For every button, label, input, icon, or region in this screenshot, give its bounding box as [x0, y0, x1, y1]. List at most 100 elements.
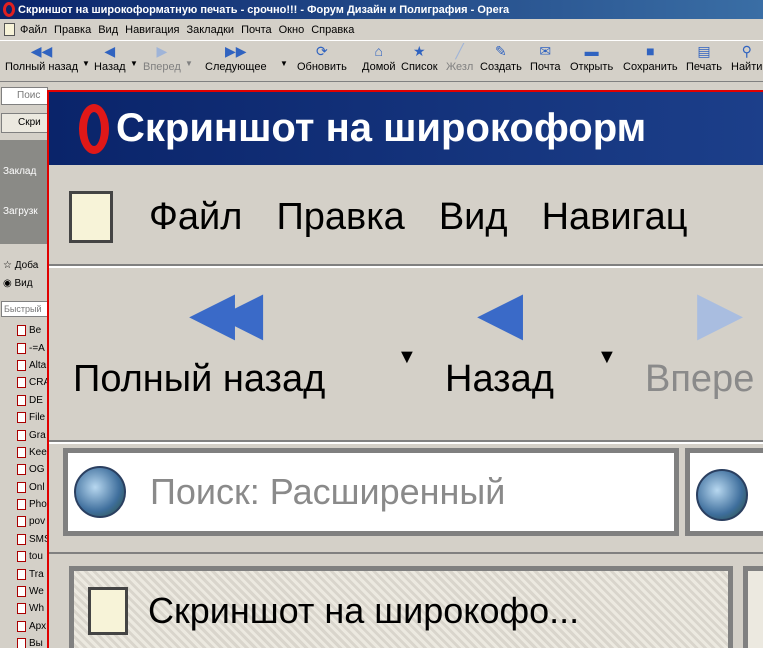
zoom-menu-edit[interactable]: Правка: [276, 196, 404, 239]
panel-filter-input[interactable]: Быстрый: [1, 301, 48, 317]
menu-mail[interactable]: Почта: [241, 24, 272, 36]
zoom-toolbar: ◀◀ Полный назад ▼ ◀ Назад ▼ ▶ Впере: [49, 270, 763, 440]
zoom-rewind-dropdown-icon[interactable]: ▼: [397, 346, 417, 369]
panel-search-input[interactable]: Поис: [1, 87, 48, 105]
zoom-tab-bar: Скриншот на широкофо...: [49, 552, 763, 648]
open-label: Открыть: [570, 61, 614, 73]
new-button[interactable]: ✎ Создать: [480, 43, 522, 73]
mail-button[interactable]: ✉ Почта: [530, 43, 561, 73]
menu-help[interactable]: Справка: [311, 24, 354, 36]
rewind-button[interactable]: ◀◀ Полный назад: [5, 43, 78, 73]
zoom-forward-button[interactable]: Впере: [645, 358, 754, 401]
bookmark-label: Onl: [29, 481, 45, 493]
bookmark-item[interactable]: Alta: [0, 357, 48, 374]
back-dropdown-icon[interactable]: ▼: [130, 59, 138, 68]
list-button[interactable]: ★ Список: [401, 43, 438, 73]
zoom-separator: [49, 440, 763, 444]
bookmark-item[interactable]: Onl: [0, 479, 48, 496]
next-button[interactable]: ▶▶ Следующее: [205, 43, 267, 73]
list-label: Список: [401, 61, 438, 73]
zoom-page-tab[interactable]: Скриншот на широкофо...: [69, 566, 733, 648]
bookmark-label: Be: [29, 325, 42, 337]
zoom-search-field[interactable]: Поиск: Расширенный: [63, 448, 679, 536]
bookmark-icon: [17, 516, 26, 528]
panel-page-tab[interactable]: Скри: [1, 113, 48, 133]
search-globe-icon: [696, 469, 748, 521]
bookmark-icon: [17, 586, 26, 598]
zoom-rewind-button[interactable]: Полный назад: [73, 358, 325, 401]
print-button[interactable]: ▤ Печать: [686, 43, 722, 73]
wand-icon: ╱: [455, 43, 464, 59]
bookmark-item[interactable]: Pho: [0, 496, 48, 513]
panel-view-button[interactable]: ◉ Вид: [3, 278, 33, 289]
zoom-menu-bar: Файл Правка Вид Навигац: [49, 167, 763, 267]
bookmark-item[interactable]: pov: [0, 513, 48, 530]
bookmark-icon: [17, 481, 26, 493]
zoom-page-tab-2[interactable]: [743, 566, 763, 648]
rewind-icon: ◀◀: [189, 279, 263, 346]
bookmark-item[interactable]: Wh: [0, 600, 48, 617]
bookmark-item[interactable]: Арх: [0, 618, 48, 635]
bookmark-item[interactable]: We: [0, 583, 48, 600]
hotlist-panel: Поис Скри Заклад Загрузк ☆ Доба ◉ Вид Бы…: [0, 82, 48, 648]
bookmark-item[interactable]: File: [0, 409, 48, 426]
bookmark-icon: [17, 551, 26, 563]
find-label: Найти: [731, 61, 763, 73]
panel-downloads-label[interactable]: Загрузк: [3, 206, 38, 217]
bookmark-label: Wh: [29, 603, 44, 615]
next-dropdown-icon[interactable]: ▼: [280, 59, 288, 68]
zoom-back-button[interactable]: Назад: [445, 358, 554, 401]
back-label: Назад: [94, 61, 126, 73]
home-button[interactable]: ⌂ Домой: [362, 43, 396, 73]
bookmark-item[interactable]: Tra: [0, 565, 48, 582]
bookmark-label: We: [29, 586, 44, 598]
bookmark-icon: [17, 499, 26, 511]
zoom-back-dropdown-icon[interactable]: ▼: [597, 346, 617, 369]
forward-button[interactable]: ▶ Вперед: [143, 43, 181, 73]
bookmark-label: -=A: [29, 342, 45, 354]
bookmark-item[interactable]: SMS: [0, 531, 48, 548]
bookmark-icon: [17, 429, 26, 441]
bookmark-icon: [17, 342, 26, 354]
print-label: Печать: [686, 61, 723, 73]
bookmark-icon: [17, 464, 26, 476]
menu-window[interactable]: Окно: [279, 24, 305, 36]
bookmark-label: Арх: [29, 620, 47, 632]
wand-label: Жезл: [446, 61, 474, 73]
menu-view[interactable]: Вид: [98, 24, 118, 36]
menu-file[interactable]: Файл: [20, 24, 47, 36]
bookmark-item[interactable]: Be: [0, 322, 48, 339]
forward-dropdown-icon[interactable]: ▼: [185, 59, 193, 68]
back-button[interactable]: ◀ Назад: [94, 43, 126, 73]
bookmark-item[interactable]: OG: [0, 461, 48, 478]
save-button[interactable]: ■ Сохранить: [623, 43, 678, 73]
bookmark-label: SMS: [29, 533, 48, 545]
back-arrow-icon: ◀: [477, 279, 523, 346]
zoom-menu-file[interactable]: Файл: [149, 196, 242, 239]
wand-button[interactable]: ╱ Жезл: [446, 43, 473, 73]
bookmark-label: CRA: [29, 377, 48, 389]
open-button[interactable]: ▬ Открыть: [570, 43, 613, 73]
star-icon: ★: [413, 43, 426, 59]
panel-bookmarks-label[interactable]: Заклад: [3, 166, 36, 177]
bookmark-item[interactable]: CRA: [0, 374, 48, 391]
bookmark-item[interactable]: tou: [0, 548, 48, 565]
panel-add-button[interactable]: ☆ Доба: [3, 260, 38, 271]
bookmark-item[interactable]: Вы: [0, 635, 48, 648]
find-button[interactable]: ⚲ Найти: [731, 43, 762, 73]
zoom-menu-navigation[interactable]: Навигац: [542, 196, 688, 239]
bookmark-item[interactable]: Kee: [0, 444, 48, 461]
bookmark-item[interactable]: Gra: [0, 426, 48, 443]
menu-bookmarks[interactable]: Закладки: [186, 24, 234, 36]
main-toolbar: ◀◀ Полный назад ▼ ◀ Назад ▼ ▶ Вперед ▼ ▶…: [0, 40, 763, 82]
menu-edit[interactable]: Правка: [54, 24, 91, 36]
menu-navigation[interactable]: Навигация: [125, 24, 179, 36]
bookmark-item[interactable]: -=A: [0, 339, 48, 356]
reload-button[interactable]: ⟳ Обновить: [297, 43, 347, 73]
zoom-search-field-2[interactable]: [685, 448, 763, 536]
printer-icon: ▤: [697, 43, 711, 59]
rewind-dropdown-icon[interactable]: ▼: [82, 59, 90, 68]
bookmark-item[interactable]: DE: [0, 392, 48, 409]
zoom-menu-view[interactable]: Вид: [439, 196, 508, 239]
document-icon: [88, 587, 128, 635]
